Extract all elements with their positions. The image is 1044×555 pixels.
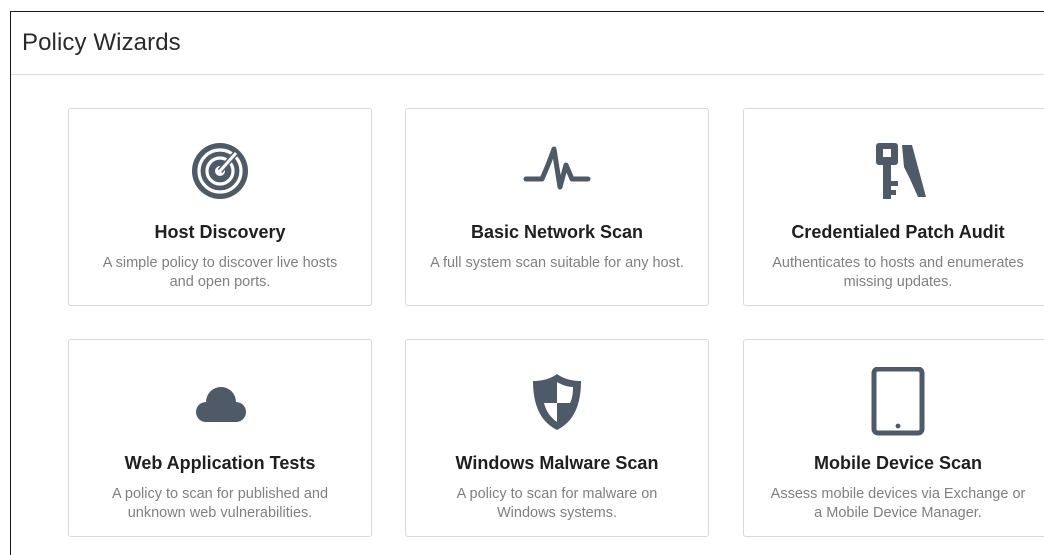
wizard-description: A full system scan suitable for any host… bbox=[430, 255, 684, 271]
cloud-icon bbox=[69, 370, 371, 434]
wizard-description: Assess mobile devices via Exchange or a … bbox=[770, 486, 1026, 521]
wizard-title: Host Discovery bbox=[154, 222, 286, 242]
wizard-card-mobile-device-scan[interactable]: Mobile Device Scan Assess mobile devices… bbox=[743, 339, 1044, 537]
radar-target-icon bbox=[69, 139, 371, 203]
wizard-card-host-discovery[interactable]: Host Discovery A simple policy to discov… bbox=[68, 108, 372, 306]
wizard-card-web-application-tests[interactable]: Web Application Tests A policy to scan f… bbox=[68, 339, 372, 537]
panel-header: Policy Wizards bbox=[11, 12, 1044, 75]
wizard-title: Credentialed Patch Audit bbox=[791, 222, 1005, 242]
wizard-title: Web Application Tests bbox=[124, 453, 316, 473]
wizard-description: A policy to scan for published and unkno… bbox=[111, 486, 329, 521]
wizard-title: Basic Network Scan bbox=[470, 222, 644, 242]
wizard-card-basic-network-scan[interactable]: Basic Network Scan A full system scan su… bbox=[405, 108, 709, 306]
wizard-card-windows-malware-scan[interactable]: Windows Malware Scan A policy to scan fo… bbox=[405, 339, 709, 537]
tablet-icon bbox=[744, 367, 1044, 436]
wizard-description: Authenticates to hosts and enumerates mi… bbox=[772, 255, 1024, 290]
wizard-title: Windows Malware Scan bbox=[455, 453, 659, 473]
wizard-description: A policy to scan for malware on Windows … bbox=[456, 486, 658, 521]
wizard-title: Mobile Device Scan bbox=[813, 453, 983, 473]
shield-icon bbox=[406, 370, 708, 434]
pulse-waveform-icon bbox=[406, 139, 708, 203]
wizard-description: A simple policy to discover live hosts a… bbox=[102, 255, 338, 290]
policy-wizards-panel: Policy Wizards Host Discovery A simple p… bbox=[10, 11, 1044, 555]
wizard-card-credentialed-patch-audit[interactable]: Credentialed Patch Audit Authenticates t… bbox=[743, 108, 1044, 306]
page-title: Policy Wizards bbox=[22, 29, 181, 56]
key-icon bbox=[744, 139, 1044, 203]
